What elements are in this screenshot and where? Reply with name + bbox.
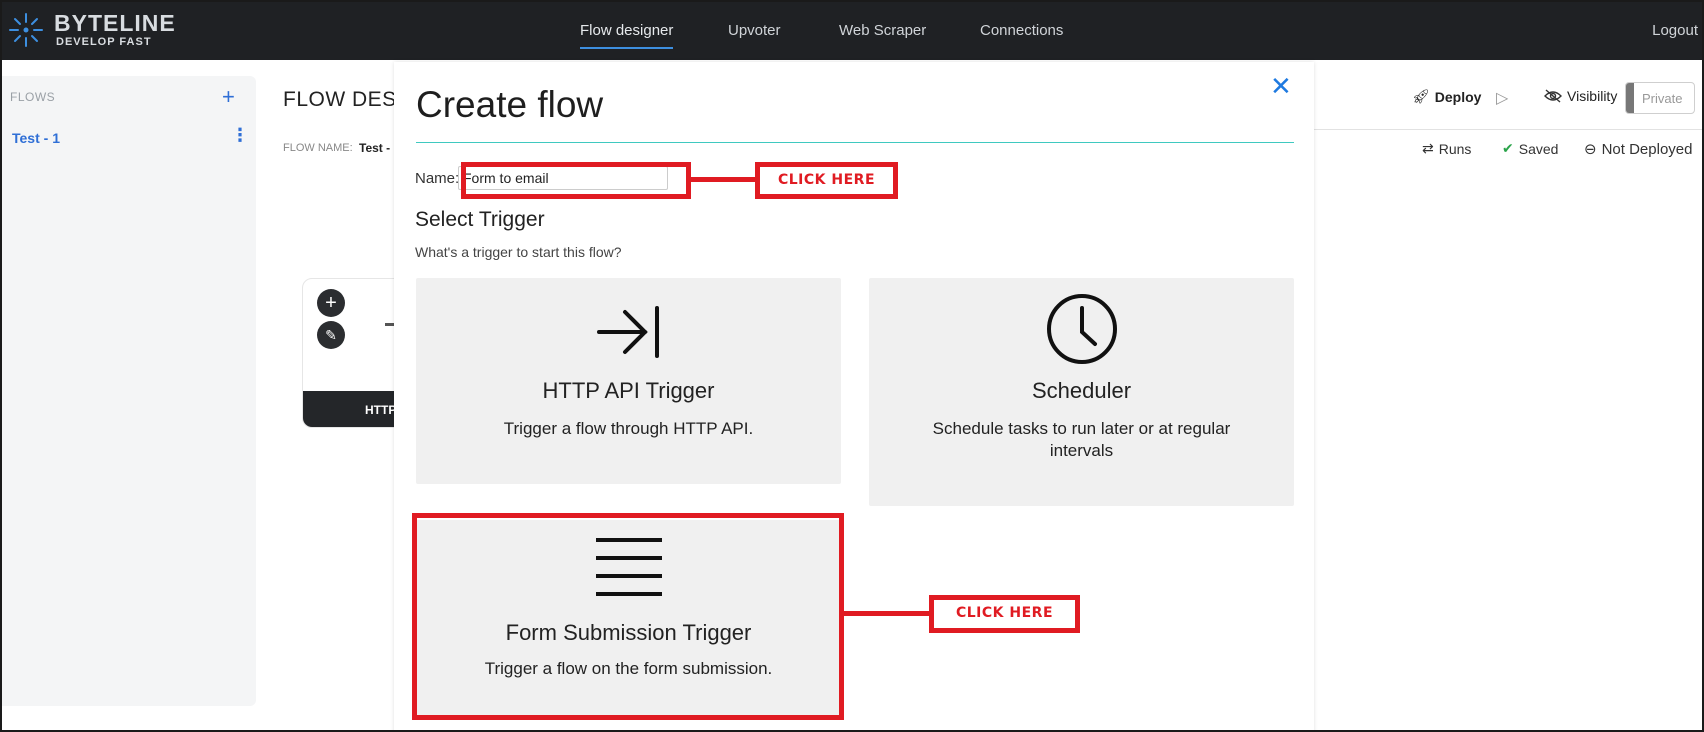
byteline-logo-icon	[9, 13, 43, 47]
saved-status: ✔ Saved	[1502, 140, 1558, 157]
close-icon[interactable]: ✕	[1270, 72, 1292, 100]
flows-heading: FLOWS	[10, 90, 56, 104]
scheduler-trigger-description: Schedule tasks to run later or at regula…	[932, 419, 1231, 460]
name-callout-connector	[689, 177, 757, 182]
check-icon: ✔	[1502, 140, 1514, 156]
nav-flow-designer[interactable]: Flow designer	[580, 22, 674, 49]
runs-label: Runs	[1438, 140, 1472, 157]
run-play-icon[interactable]: ▷	[1496, 88, 1508, 108]
minus-circle-icon: ⊖	[1584, 141, 1597, 158]
select-trigger-heading: Select Trigger	[415, 208, 545, 231]
http-api-trigger-description: Trigger a flow through HTTP API.	[503, 419, 754, 438]
deploy-label: Deploy	[1434, 88, 1482, 105]
form-callout-label: CLICK HERE	[929, 595, 1080, 633]
brand-logo[interactable]: BYTELINE DEVELOP FAST	[6, 10, 176, 50]
flow-name-label: FLOW NAME:	[283, 142, 353, 154]
http-api-trigger-card[interactable]: HTTP API Trigger Trigger a flow through …	[416, 278, 841, 484]
deploy-button[interactable]: 🚀︎ Deploy	[1412, 88, 1481, 105]
name-input-highlight	[461, 162, 691, 199]
logout-link[interactable]: Logout	[1652, 22, 1698, 39]
add-flow-button[interactable]: +	[222, 84, 235, 110]
rocket-icon: 🚀︎	[1412, 88, 1430, 104]
visibility-label: Visibility	[1567, 88, 1618, 104]
sidebar-item-flow[interactable]: Test - 1	[12, 130, 60, 146]
toggle-knob	[1626, 83, 1634, 113]
saved-label: Saved	[1518, 140, 1559, 157]
modal-title-divider	[416, 142, 1294, 143]
clock-icon	[1046, 294, 1117, 364]
nav-connections[interactable]: Connections	[980, 22, 1063, 39]
brand-name: BYTELINE	[54, 10, 176, 36]
visibility-toggle[interactable]: Private	[1625, 82, 1695, 114]
modal-title: Create flow	[416, 84, 604, 125]
screenshot-frame: BYTELINE DEVELOP FAST Flow designer Upvo…	[0, 0, 1704, 732]
visibility-value: Private	[1642, 91, 1683, 106]
name-label: Name:	[415, 170, 460, 187]
brand-text: BYTELINE DEVELOP FAST	[54, 11, 176, 49]
runs-button[interactable]: ⇄ Runs	[1422, 140, 1471, 157]
deploy-status: ⊖ Not Deployed	[1584, 140, 1693, 159]
form-callout-connector	[842, 611, 932, 616]
edit-step-icon[interactable]: ✎	[317, 321, 345, 349]
select-trigger-subheading: What's a trigger to start this flow?	[415, 244, 622, 260]
deploy-status-label: Not Deployed	[1601, 140, 1693, 158]
arrow-to-bar-icon	[596, 306, 659, 358]
form-trigger-highlight	[412, 513, 844, 720]
flow-menu-icon[interactable]: ⋮	[231, 126, 249, 144]
nav-upvoter[interactable]: Upvoter	[728, 22, 781, 39]
visibility-control: Visibility	[1544, 88, 1617, 104]
brand-tagline: DEVELOP FAST	[56, 36, 152, 48]
top-navbar: BYTELINE DEVELOP FAST Flow designer Upvo…	[2, 2, 1702, 60]
scheduler-trigger-card[interactable]: Scheduler Schedule tasks to run later or…	[869, 278, 1294, 506]
swap-arrows-icon: ⇄	[1422, 140, 1434, 156]
name-callout-label: CLICK HERE	[755, 162, 898, 199]
nav-web-scraper[interactable]: Web Scraper	[839, 22, 926, 39]
eye-slash-icon	[1544, 89, 1562, 103]
scheduler-trigger-title: Scheduler	[1031, 378, 1132, 403]
add-step-icon[interactable]: +	[317, 289, 345, 317]
http-api-trigger-title: HTTP API Trigger	[542, 378, 715, 403]
flows-sidebar: FLOWS + Test - 1 ⋮	[2, 76, 256, 706]
